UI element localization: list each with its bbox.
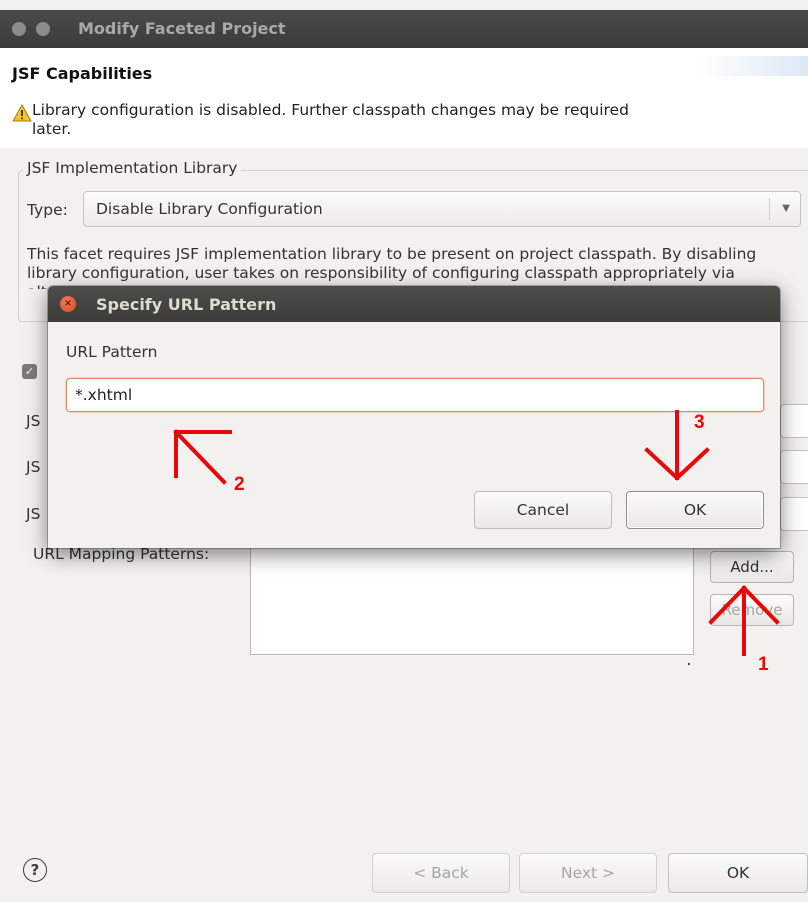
wizard-header: JSF Capabilities Library configuration i… bbox=[0, 48, 808, 148]
close-icon[interactable]: × bbox=[60, 296, 76, 312]
group-legend: JSF Implementation Library bbox=[23, 159, 242, 177]
servlet-class-field[interactable] bbox=[780, 497, 808, 531]
back-button[interactable]: < Back bbox=[372, 853, 510, 893]
configure-servlet-checkbox[interactable]: ✓ bbox=[22, 364, 37, 379]
servlet-class-label: JS bbox=[26, 505, 41, 523]
minimize-window-icon[interactable] bbox=[36, 22, 50, 36]
config-file-label: JS bbox=[26, 412, 41, 430]
next-button[interactable]: Next > bbox=[519, 853, 657, 893]
facet-description: This facet requires JSF implementation l… bbox=[27, 245, 757, 289]
finish-ok-button[interactable]: OK bbox=[668, 853, 808, 893]
close-window-icon[interactable] bbox=[12, 22, 26, 36]
dialog-title: Specify URL Pattern bbox=[96, 295, 277, 314]
header-banner-graphic bbox=[698, 56, 808, 76]
cancel-button[interactable]: Cancel bbox=[474, 491, 612, 529]
page-heading: JSF Capabilities bbox=[12, 64, 153, 83]
config-file-field[interactable] bbox=[780, 404, 808, 438]
warning-icon bbox=[12, 104, 32, 122]
resize-mark bbox=[688, 663, 690, 665]
type-label: Type: bbox=[27, 201, 68, 219]
specify-url-pattern-dialog: × Specify URL Pattern URL Pattern Cancel… bbox=[48, 286, 780, 548]
add-pattern-button[interactable]: Add... bbox=[710, 551, 794, 583]
dialog-titlebar[interactable]: × Specify URL Pattern bbox=[48, 286, 780, 322]
url-mapping-list[interactable] bbox=[250, 540, 694, 655]
dropdown-value: Disable Library Configuration bbox=[96, 200, 323, 218]
chevron-down-icon[interactable]: ▼ bbox=[782, 203, 790, 214]
remove-pattern-button[interactable]: Remove bbox=[710, 594, 794, 626]
dropdown-separator bbox=[769, 198, 770, 220]
help-icon[interactable]: ? bbox=[23, 858, 47, 882]
url-pattern-input[interactable] bbox=[66, 378, 764, 412]
servlet-name-field[interactable] bbox=[780, 450, 808, 484]
ok-button[interactable]: OK bbox=[626, 491, 764, 529]
library-type-dropdown[interactable]: Disable Library Configuration ▼ bbox=[83, 191, 801, 227]
window-titlebar[interactable]: Modify Faceted Project bbox=[0, 10, 808, 48]
window-title: Modify Faceted Project bbox=[78, 19, 286, 38]
annotation-label-1: 1 bbox=[758, 654, 769, 675]
servlet-name-label: JS bbox=[26, 458, 41, 476]
url-pattern-label: URL Pattern bbox=[66, 343, 158, 361]
warning-message: Library configuration is disabled. Furth… bbox=[32, 101, 629, 138]
